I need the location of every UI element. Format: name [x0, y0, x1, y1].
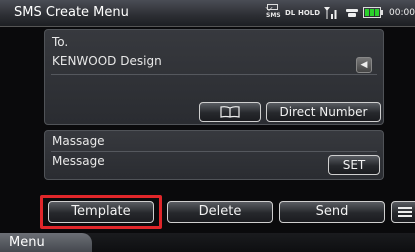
- divider: [51, 151, 377, 152]
- more-options-button[interactable]: [391, 201, 415, 223]
- phonebook-button[interactable]: [199, 102, 261, 122]
- template-button[interactable]: Template: [48, 201, 154, 223]
- clock: 00:00: [389, 8, 415, 18]
- hold-status-label: HOLD: [298, 9, 321, 17]
- send-button[interactable]: Send: [279, 201, 385, 223]
- footer-bar: Menu: [0, 233, 415, 252]
- battery-icon: [363, 7, 383, 18]
- message-label: Massage: [52, 134, 105, 148]
- divider: [51, 74, 377, 75]
- signal-strength-icon: [323, 6, 337, 20]
- sms-status-label: SMS: [266, 12, 281, 19]
- phone-connection-icon: [345, 8, 359, 18]
- direct-number-button[interactable]: Direct Number: [266, 102, 381, 122]
- message-value[interactable]: Message: [52, 154, 105, 168]
- recipient-value[interactable]: KENWOOD Design: [52, 54, 162, 68]
- book-icon: [220, 106, 240, 118]
- set-button[interactable]: SET: [328, 155, 380, 175]
- contact-icon[interactable]: ◀: [356, 57, 372, 73]
- menu-tab[interactable]: Menu: [0, 233, 92, 252]
- dl-status-label: DL: [285, 9, 296, 17]
- list-icon: [398, 207, 412, 209]
- screen-title: SMS Create Menu: [14, 5, 129, 20]
- delete-button[interactable]: Delete: [167, 201, 273, 223]
- header-bar: SMS Create Menu SMS DL HOLD 00:00: [0, 0, 415, 27]
- recipient-panel: To. KENWOOD Design ◀ Direct Number: [44, 29, 384, 125]
- sms-create-screen: SMS Create Menu SMS DL HOLD 00:00 To. KE…: [0, 0, 415, 252]
- sms-status-icon: SMS: [266, 2, 281, 22]
- envelope-icon: [267, 4, 278, 10]
- recipient-label: To.: [52, 35, 69, 49]
- message-panel: Massage Message SET: [44, 130, 384, 180]
